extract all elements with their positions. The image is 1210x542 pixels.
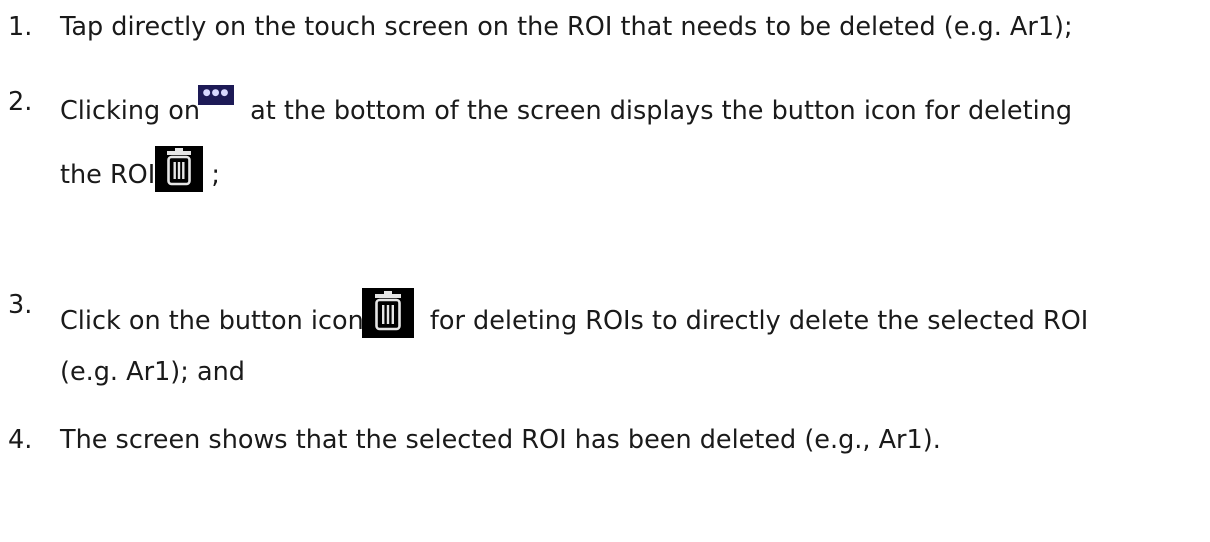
step-2-text-before-icon: Clicking on	[60, 96, 201, 126]
step-1-text: Tap directly on the touch screen on the …	[60, 12, 1073, 42]
trash-icon	[155, 146, 204, 192]
dots-glyph: ●●●	[202, 88, 230, 98]
step-2-line-1: Clicking on ●●● at the bottom of the scre…	[60, 85, 1072, 128]
step-2-text-after-icon: at the bottom of the screen displays the…	[242, 96, 1073, 126]
trash-glyph	[167, 148, 192, 186]
trash-icon	[361, 288, 414, 338]
step-2-continuation-before-icon: the ROI	[60, 160, 156, 190]
trash-glyph	[374, 291, 401, 331]
step-2-continuation-after-icon: ;	[203, 160, 220, 190]
step-4-number: 4.	[8, 425, 33, 455]
step-3-line-1: Click on the button icon for deleting RO…	[60, 288, 1088, 338]
more-options-icon: ●●●	[198, 85, 235, 105]
step-1-number: 1.	[8, 12, 33, 42]
step-3-text-before-icon: Click on the button icon	[60, 306, 364, 336]
step-2-number: 2.	[8, 87, 33, 117]
step-3-line-2: (e.g. Ar1); and	[60, 357, 245, 387]
step-3-text-after-icon: for deleting ROIs to directly delete the…	[421, 306, 1089, 336]
instruction-document: 1. Tap directly on the touch screen on t…	[0, 0, 1210, 542]
step-4-text: The screen shows that the selected ROI h…	[60, 425, 941, 455]
step-3-number: 3.	[8, 290, 33, 320]
step-2-line-2: the ROI ;	[60, 146, 220, 192]
